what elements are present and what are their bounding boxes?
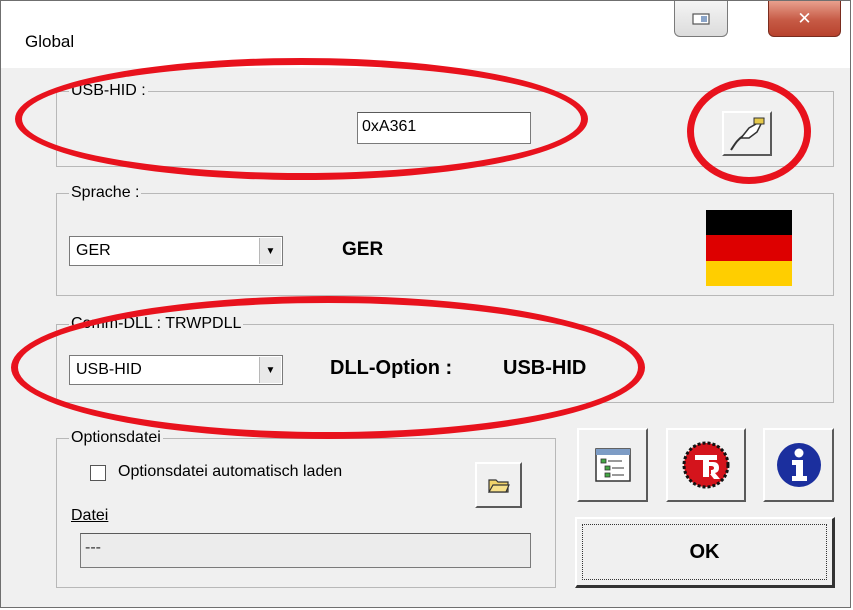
options-file-label: Optionsdatei [69,429,163,447]
config-list-icon [594,448,631,482]
config-list-button[interactable] [577,428,648,502]
close-button[interactable]: ✕ [768,1,841,37]
close-icon: ✕ [797,8,812,29]
language-select[interactable]: GER ▼ [69,236,283,266]
comm-dll-select-value: USB-HID [76,361,142,378]
autoload-checkbox-label: Optionsdatei automatisch laden [118,463,343,480]
chevron-down-icon[interactable]: ▼ [259,238,281,264]
language-label: Sprache : [69,184,142,202]
browse-file-button[interactable] [475,462,522,508]
tr-logo-icon [682,441,730,489]
dll-option-value: USB-HID [503,357,587,379]
ok-button[interactable]: OK [575,517,835,588]
comm-dll-group: Comm-DLL : TRWPDLL USB-HID ▼ DLL-Option … [56,315,834,403]
dll-option-label: DLL-Option : [330,357,453,379]
tr-logo-button[interactable] [666,428,746,502]
usb-connect-button[interactable] [722,111,772,156]
ok-label: OK [689,540,720,563]
usb-hid-label: USB-HID : [69,82,148,100]
restore-icon [692,12,710,25]
file-path-field[interactable]: --- [80,533,531,568]
usb-id-field[interactable]: 0xA361 [357,112,531,144]
comm-dll-label: Comm-DLL : TRWPDLL [69,315,244,333]
folder-icon [487,479,510,493]
german-flag-icon [706,210,792,286]
window-title: Global [25,32,75,51]
restore-button[interactable] [674,1,728,37]
info-icon [776,443,821,487]
comm-dll-select[interactable]: USB-HID ▼ [69,355,283,385]
usb-hid-group: USB-HID : 0xA361 [56,82,834,167]
info-button[interactable] [763,428,834,502]
options-file-group: Optionsdatei Optionsdatei automatisch la… [56,429,556,588]
usb-connector-icon [730,117,765,151]
global-dialog: Global ✕ USB-HID : 0xA361 Sprache : GER … [0,0,851,608]
language-group: Sprache : GER ▼ GER [56,184,834,296]
file-label: Datei [71,507,109,524]
title-bar: Global ✕ [1,1,850,68]
autoload-checkbox[interactable] [90,465,106,481]
chevron-down-icon[interactable]: ▼ [259,357,281,383]
language-select-value: GER [76,242,111,259]
language-display: GER [342,239,384,260]
